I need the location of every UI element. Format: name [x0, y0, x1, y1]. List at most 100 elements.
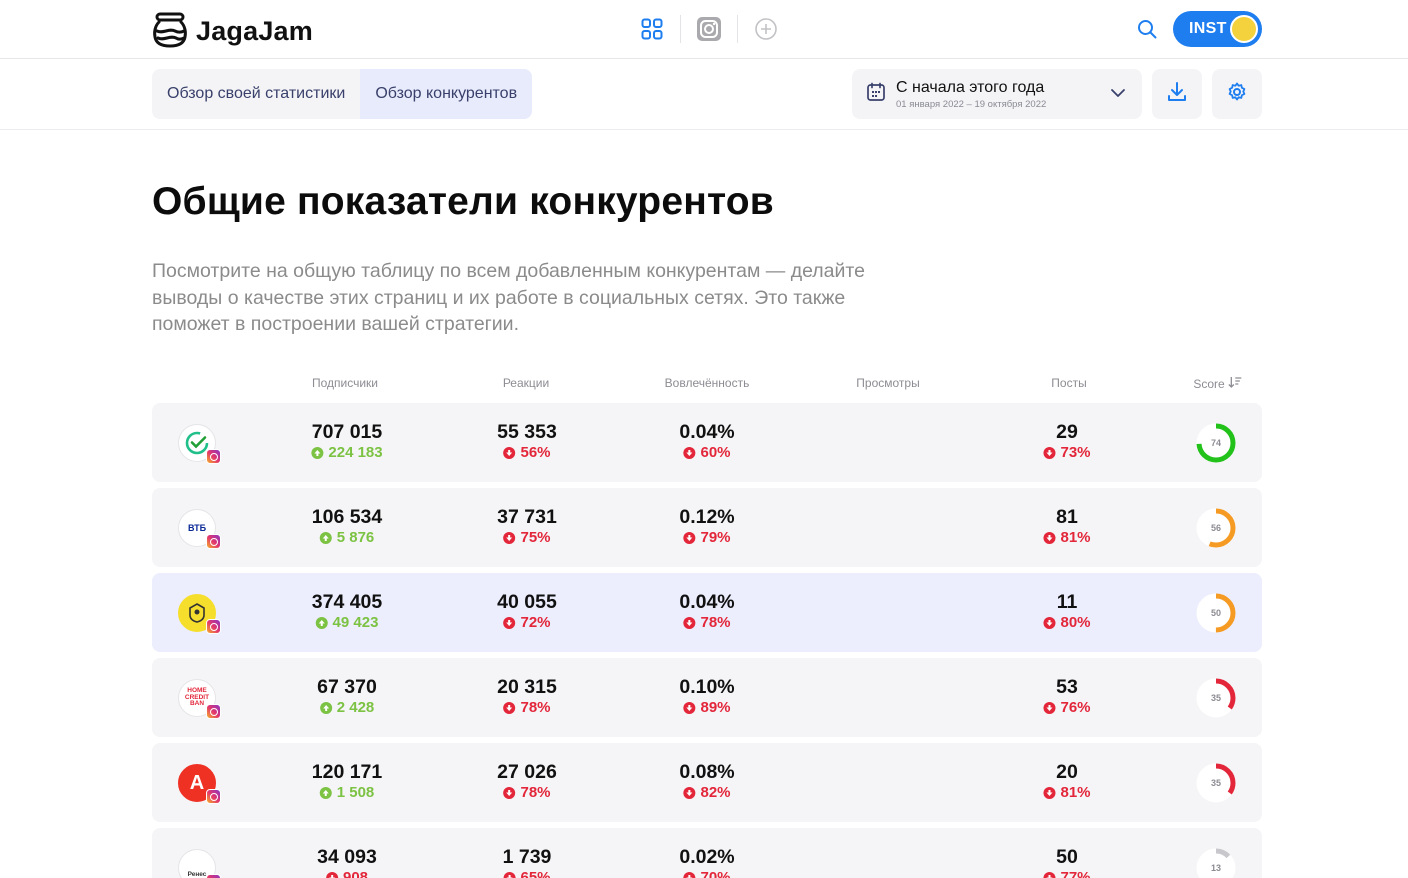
subscribers-delta: 2 428	[317, 698, 377, 718]
subscribers-delta-value: 1 508	[336, 784, 375, 801]
score-value: 35	[1210, 778, 1221, 788]
column-posts[interactable]: Посты	[1051, 376, 1086, 390]
instagram-account-icon[interactable]	[691, 12, 727, 46]
network-label: INST	[1189, 20, 1227, 37]
cell-engagement: 0.04% 60%	[679, 421, 734, 463]
engagement-value: 0.12%	[679, 506, 735, 528]
add-account-icon[interactable]	[748, 12, 784, 46]
engagement-delta-value: 89%	[700, 699, 731, 716]
competitor-avatar[interactable]	[178, 424, 221, 464]
engagement-delta-value: 82%	[700, 784, 731, 801]
cell-posts: 53 76%	[1043, 676, 1091, 718]
column-subscribers[interactable]: Подписчики	[312, 376, 378, 390]
brand-logo-text: А	[189, 772, 205, 794]
subscribers-value: 34 093	[317, 846, 377, 868]
posts-delta-value: 77%	[1060, 869, 1091, 878]
subscribers-value: 707 015	[311, 421, 383, 443]
arrow-up-icon	[311, 447, 324, 459]
score-value: 56	[1210, 523, 1221, 533]
cell-subscribers: 120 171 1 508	[312, 761, 383, 803]
engagement-delta: 60%	[679, 443, 734, 463]
subscribers-delta: 908	[317, 868, 377, 878]
score-value: 35	[1210, 693, 1221, 703]
page-description: Посмотрите на общую таблицу по всем доба…	[152, 260, 865, 335]
table-header: Подписчики Реакции Вовлечённость Просмот…	[152, 376, 1262, 392]
jar-icon	[152, 10, 188, 53]
cell-engagement: 0.02% 70%	[679, 846, 735, 878]
posts-delta-value: 81%	[1060, 529, 1091, 546]
app-name: JagaJam	[196, 16, 313, 46]
column-score[interactable]: Score	[1193, 376, 1242, 391]
search-icon[interactable]	[1134, 16, 1160, 42]
engagement-value: 0.10%	[679, 676, 735, 698]
arrow-down-icon	[1043, 447, 1056, 459]
engagement-value: 0.04%	[679, 421, 735, 443]
competitor-avatar[interactable]: Ренес	[178, 849, 221, 878]
cell-subscribers: 707 015 224 183	[311, 421, 383, 463]
settings-button[interactable]	[1212, 69, 1262, 119]
download-button[interactable]	[1152, 69, 1202, 119]
cell-posts: 20 81%	[1043, 761, 1091, 803]
cell-reactions: 55 353 56%	[497, 421, 557, 463]
account-switcher[interactable]: INST	[1173, 11, 1262, 47]
arrow-down-icon	[1043, 872, 1056, 878]
tab-competitors[interactable]: Обзор конкурентов	[360, 69, 533, 119]
reactions-delta: 78%	[497, 783, 557, 803]
competitor-avatar[interactable]	[178, 594, 221, 634]
brand-logo-text: ВТБ	[187, 523, 207, 533]
cell-posts: 50 77%	[1043, 846, 1091, 878]
arrow-down-icon	[503, 702, 516, 714]
table-row[interactable]: ВТБ 106 534 5 876 37 731 75% 0.12% 79% 8…	[152, 488, 1262, 567]
subscribers-delta-value: 908	[342, 869, 369, 878]
engagement-delta: 79%	[679, 528, 734, 548]
date-range-select[interactable]: С начала этого года 01 января 2022 – 19 …	[852, 69, 1142, 119]
competitor-avatar[interactable]: А	[178, 764, 221, 804]
competitors-table: 707 015 224 183 55 353 56% 0.04% 60% 29 …	[152, 403, 1262, 878]
posts-delta: 73%	[1043, 443, 1091, 463]
engagement-delta-value: 79%	[700, 529, 731, 546]
column-reactions[interactable]: Реакции	[503, 376, 549, 390]
engagement-delta-value: 60%	[700, 444, 731, 461]
table-row[interactable]: 707 015 224 183 55 353 56% 0.04% 60% 29 …	[152, 403, 1262, 482]
posts-delta: 80%	[1043, 613, 1091, 633]
engagement-delta: 89%	[679, 698, 734, 718]
table-row[interactable]: HOME CREDIT BAN 67 370 2 428 20 315 78% …	[152, 658, 1262, 737]
competitor-avatar[interactable]: ВТБ	[178, 509, 221, 549]
reactions-delta-value: 56%	[520, 444, 551, 461]
table-row[interactable]: 374 405 49 423 40 055 72% 0.04% 78% 11 8…	[152, 573, 1262, 652]
posts-delta-value: 73%	[1060, 444, 1091, 461]
subscribers-delta-value: 49 423	[332, 614, 379, 631]
reactions-value: 55 353	[497, 421, 557, 443]
gear-icon	[1226, 81, 1248, 108]
arrow-up-icon	[319, 532, 332, 544]
column-engagement[interactable]: Вовлечённость	[665, 376, 750, 390]
reactions-delta-value: 72%	[520, 614, 551, 631]
arrow-down-icon	[1043, 702, 1056, 714]
competitor-avatar[interactable]: HOME CREDIT BAN	[178, 679, 221, 719]
score-ring: 35	[1196, 763, 1236, 803]
column-views[interactable]: Просмотры	[856, 376, 919, 390]
instagram-badge-icon	[206, 704, 221, 719]
reactions-delta: 72%	[497, 613, 557, 633]
subscribers-delta-value: 224 183	[328, 444, 383, 461]
dashboard-grid-icon[interactable]	[634, 12, 670, 46]
subscribers-value: 106 534	[311, 506, 383, 528]
arrow-down-icon	[503, 532, 516, 544]
subscribers-delta-value: 2 428	[336, 699, 375, 716]
engagement-value: 0.08%	[679, 761, 735, 783]
view-tabs: Обзор своей статистики Обзор конкурентов	[152, 69, 533, 119]
tab-own-statistics[interactable]: Обзор своей статистики	[152, 69, 360, 119]
table-row[interactable]: А 120 171 1 508 27 026 78% 0.08% 82% 20 …	[152, 743, 1262, 822]
arrow-down-icon	[1043, 617, 1056, 629]
arrow-down-icon	[1043, 787, 1056, 799]
cell-reactions: 1 739 65%	[503, 846, 551, 878]
calendar-icon	[866, 82, 886, 107]
app-logo[interactable]: JagaJam	[152, 10, 313, 53]
table-row[interactable]: Ренес 34 093 908 1 739 65% 0.02% 70% 50 …	[152, 828, 1262, 878]
reactions-value: 20 315	[497, 676, 557, 698]
nav-divider	[737, 15, 738, 43]
score-ring: 35	[1196, 678, 1236, 718]
arrow-down-icon	[503, 447, 516, 459]
cell-engagement: 0.04% 78%	[679, 591, 734, 633]
engagement-value: 0.02%	[679, 846, 735, 868]
